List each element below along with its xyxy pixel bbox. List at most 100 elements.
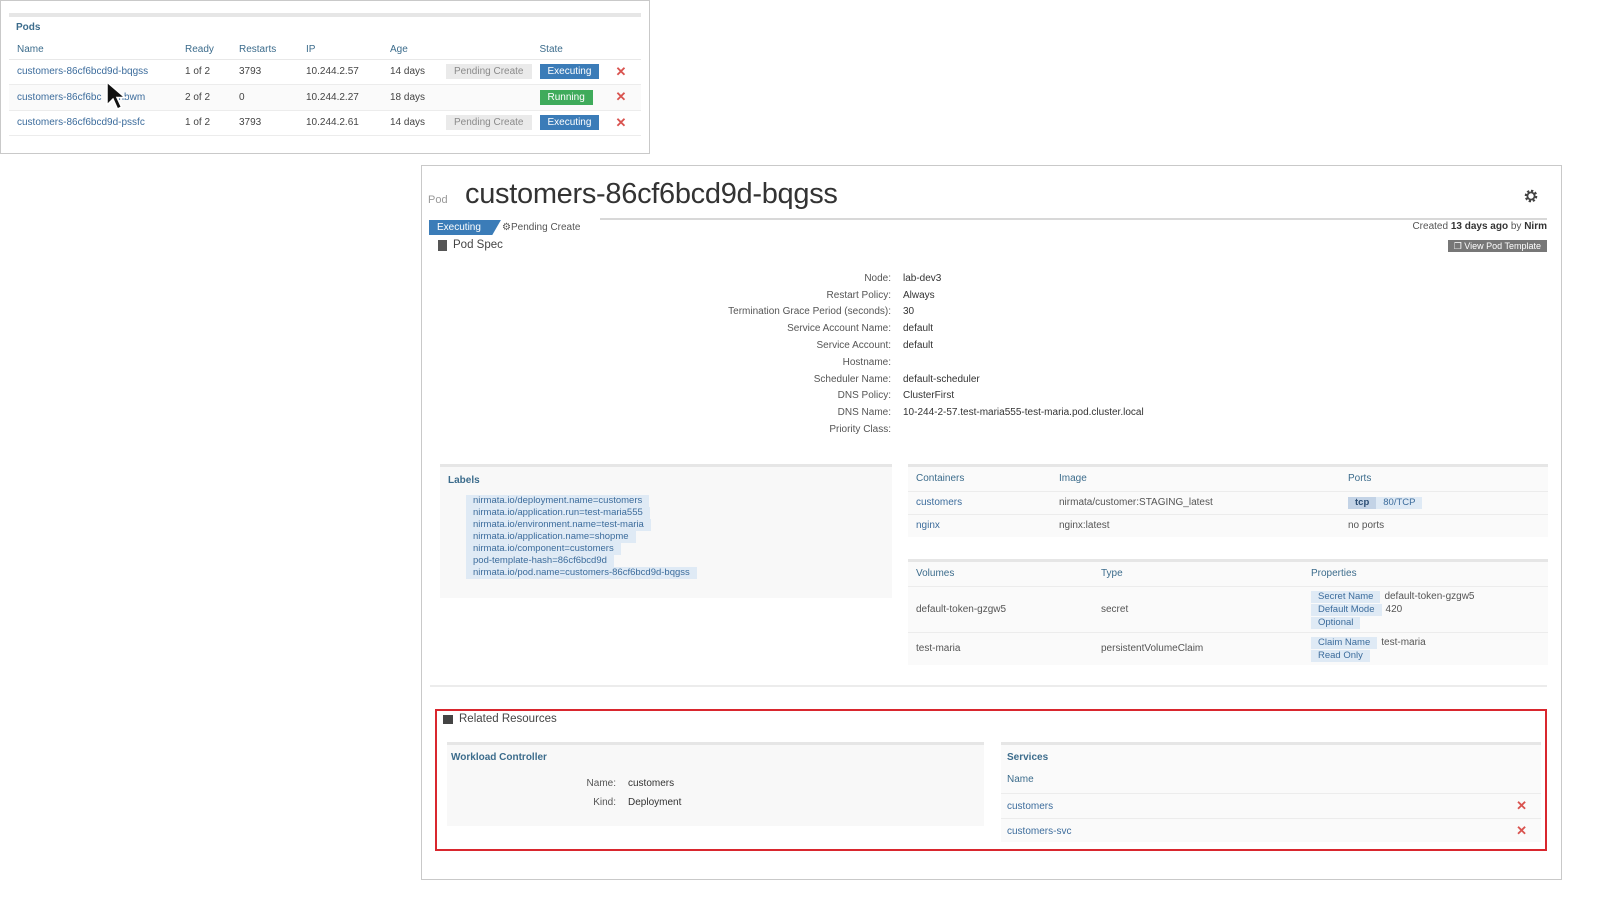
- table-row: customers ✕: [1001, 793, 1541, 818]
- page-title: customers-86cf6bcd9d-bqgss: [465, 178, 838, 210]
- mouse-cursor-icon: [106, 81, 128, 111]
- delete-icon[interactable]: ✕: [616, 64, 627, 79]
- service-link[interactable]: customers: [1007, 801, 1053, 812]
- table-row: customers nirmata/customer:STAGING_lates…: [908, 490, 1548, 514]
- pod-ready: 2 of 2: [177, 84, 231, 111]
- node-value: lab-dev3: [903, 272, 942, 284]
- table-row: test-maria persistentVolumeClaim Claim N…: [908, 631, 1548, 665]
- pod-age: 14 days: [382, 110, 438, 136]
- pod-restarts: 3793: [231, 110, 298, 136]
- service-account-name-value: default: [903, 323, 934, 335]
- pod-age: 18 days: [382, 84, 438, 111]
- col-ip[interactable]: IP: [298, 41, 382, 60]
- col-containers: Containers: [916, 473, 965, 485]
- pending-badge: Pending Create: [446, 64, 532, 80]
- copy-icon: ❐: [1453, 241, 1462, 251]
- pod-spec-fields: Node: lab-dev3 Restart Policy: Always Term…: [728, 272, 1144, 436]
- col-ports: Ports: [1348, 473, 1372, 485]
- labels-title: Labels: [448, 475, 480, 486]
- container-link[interactable]: nginx: [916, 520, 940, 531]
- col-state[interactable]: State: [531, 41, 608, 60]
- table-row[interactable]: customers-86cf6bcd9d-pssfc 1 of 2 3793 1…: [9, 110, 641, 136]
- property-key: Secret Name: [1311, 590, 1381, 603]
- pod-spec-heading: Pod Spec: [438, 239, 503, 251]
- pod-name-link[interactable]: customers-86cf6bcd9d-bqgss: [17, 66, 148, 77]
- pod-age: 14 days: [382, 59, 438, 85]
- col-name[interactable]: Name: [9, 41, 177, 60]
- volumes-section: Volumes Type Properties default-token-gz…: [908, 559, 1548, 665]
- pod-ip: 10.244.2.57: [298, 59, 382, 85]
- volume-name: default-token-gzgw5: [908, 585, 1093, 632]
- sub-status: ⚙Pending Create: [502, 222, 581, 233]
- containers-table: Containers Image Ports customers nirmata…: [908, 467, 1548, 537]
- resource-kind-label: Pod: [428, 194, 448, 206]
- col-actions: [607, 41, 641, 60]
- table-row[interactable]: customers-86cf6bcd9d-bqgss 1 of 2 3793 1…: [9, 59, 641, 85]
- services-section: Services Name customers ✕ customers-svc …: [1001, 742, 1541, 842]
- labels-section: Labels nirmata.io/deployment.name=custom…: [440, 464, 892, 598]
- service-account-value: default: [903, 340, 934, 352]
- label-chip: nirmata.io/application.run=test-maria555: [466, 507, 650, 519]
- property-value: [1360, 617, 1364, 628]
- title-rule: [600, 218, 1547, 220]
- state-badge: Executing: [539, 115, 600, 131]
- col-volumes: Volumes: [916, 568, 955, 580]
- no-ports-text: no ports: [1340, 513, 1548, 537]
- state-badge: Executing: [539, 64, 600, 80]
- port-tag: 80/TCP: [1376, 496, 1423, 509]
- label-chip: nirmata.io/pod.name=customers-86cf6bcd9d…: [466, 567, 697, 579]
- container-image: nirmata/customer:STAGING_latest: [1051, 490, 1340, 514]
- state-badge: Running: [539, 89, 593, 105]
- delete-icon[interactable]: ✕: [616, 115, 627, 130]
- col-image: Image: [1059, 473, 1087, 485]
- property-value: [1370, 650, 1374, 661]
- scheduler-name-value: default-scheduler: [903, 373, 980, 385]
- service-link[interactable]: customers-svc: [1007, 826, 1071, 837]
- col-type: Type: [1101, 568, 1123, 580]
- col-pending: [438, 41, 532, 60]
- container-link[interactable]: customers: [916, 497, 962, 508]
- property-key: Claim Name: [1311, 636, 1378, 649]
- property-key: Optional: [1311, 616, 1361, 629]
- table-row: nginx nginx:latest no ports: [908, 513, 1548, 537]
- workload-name-value: customers: [628, 778, 675, 789]
- pod-name-link[interactable]: customers-86cf6bcd9d-pssfc: [17, 117, 145, 128]
- col-properties: Properties: [1311, 568, 1357, 580]
- col-service-name: Name: [1007, 774, 1034, 785]
- gear-icon[interactable]: [1523, 188, 1539, 204]
- col-restarts[interactable]: Restarts: [231, 41, 298, 60]
- cog-icon: ⚙: [502, 222, 511, 233]
- property-key: Read Only: [1311, 649, 1370, 662]
- related-resources-section: Related Resources Workload Controller Na…: [435, 709, 1547, 851]
- pod-detail-panel: Pod customers-86cf6bcd9d-bqgss Executing…: [421, 165, 1562, 880]
- pod-ready: 1 of 2: [177, 110, 231, 136]
- label-chip: pod-template-hash=86cf6bcd9d: [466, 555, 614, 567]
- property-value: test-maria: [1381, 636, 1426, 648]
- delete-icon[interactable]: ✕: [1516, 798, 1527, 814]
- dns-name-value: 10-244-2-57.test-maria555-test-maria.pod…: [903, 407, 1144, 419]
- table-row[interactable]: customers-86cf6bc nbwm 2 of 2 0 10.244.2.…: [9, 84, 641, 111]
- property-value: 420: [1385, 603, 1403, 615]
- col-ready[interactable]: Ready: [177, 41, 231, 60]
- col-age[interactable]: Age: [382, 41, 438, 60]
- dns-policy-value: ClusterFirst: [903, 390, 955, 402]
- pods-title: Pods: [16, 22, 41, 33]
- pod-restarts: 0: [231, 84, 298, 111]
- panel-top-rule: [9, 13, 641, 17]
- section-divider: [430, 685, 1547, 687]
- view-pod-template-button[interactable]: ❐ View Pod Template: [1447, 240, 1547, 252]
- pods-panel: Pods Name Ready Restarts IP Age State cu…: [0, 0, 650, 154]
- workload-kind-value: Deployment: [628, 797, 682, 808]
- delete-icon[interactable]: ✕: [1516, 823, 1527, 839]
- volume-type: secret: [1093, 585, 1303, 632]
- label-chip: nirmata.io/environment.name=test-maria: [466, 519, 651, 531]
- related-resources-heading: Related Resources: [443, 713, 557, 725]
- services-title: Services: [1007, 752, 1049, 763]
- containers-section: Containers Image Ports customers nirmata…: [908, 464, 1548, 537]
- pod-ip: 10.244.2.61: [298, 110, 382, 136]
- grace-period-value: 30: [903, 306, 915, 318]
- pod-ip: 10.244.2.27: [298, 84, 382, 111]
- volume-type: persistentVolumeClaim: [1093, 631, 1303, 665]
- delete-icon[interactable]: ✕: [616, 89, 627, 104]
- created-info: Created 13 days ago by Nirm: [1412, 221, 1547, 232]
